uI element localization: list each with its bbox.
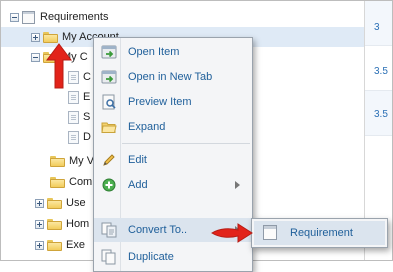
convert-icon [101, 222, 117, 238]
tree-node-document[interactable]: E [68, 87, 90, 107]
tree-node-document[interactable]: S [68, 107, 90, 127]
tree-node-label: My V [69, 155, 95, 167]
menu-item-label: Open Item [128, 46, 180, 58]
requirement-icon [263, 225, 277, 240]
tree-node-label: S [83, 111, 91, 123]
menu-item-label: Convert To.. [128, 224, 188, 236]
grid-cell-value: 3.5 [374, 66, 388, 77]
tree-node-label: Com [69, 176, 93, 188]
folder-icon [43, 31, 58, 43]
tree-node-folder[interactable]: My V [50, 151, 94, 171]
collapse-icon[interactable] [31, 52, 40, 62]
menu-item-add[interactable]: Add [94, 173, 252, 197]
tree-node-folder[interactable]: Hom [35, 214, 89, 234]
folder-icon [50, 176, 65, 188]
expand-icon[interactable] [35, 219, 44, 229]
convert-to-submenu: Requirement [251, 218, 388, 248]
document-icon [68, 110, 79, 124]
menu-item-open-item[interactable]: Open Item [94, 40, 252, 64]
open-new-tab-icon [101, 69, 117, 85]
submenu-item-label: Requirement [290, 227, 353, 239]
submenu-arrow-icon [235, 181, 240, 189]
grid-cell-value: 3 [374, 22, 380, 33]
submenu-item-requirement[interactable]: Requirement [254, 221, 385, 245]
menu-item-label: Add [128, 179, 148, 191]
menu-item-label: Preview Item [128, 96, 192, 108]
expand-icon[interactable] [35, 198, 44, 208]
menu-item-edit[interactable]: Edit [94, 148, 252, 172]
menu-item-preview-item[interactable]: Preview Item [94, 90, 252, 114]
open-item-icon [101, 44, 117, 60]
menu-item-expand[interactable]: Expand [94, 115, 252, 139]
menu-item-label: Expand [128, 121, 166, 133]
tree-node-document[interactable]: D [68, 127, 91, 147]
expand-icon[interactable] [31, 32, 40, 42]
expand-icon[interactable] [35, 240, 44, 250]
folder-open-icon [101, 119, 117, 135]
add-icon [101, 177, 117, 193]
requirement-icon [22, 10, 35, 24]
tree-node-label: Use [66, 197, 86, 209]
duplicate-icon [101, 249, 117, 265]
collapse-icon[interactable] [10, 12, 19, 22]
tree-node-label: D [83, 131, 91, 143]
tree-node-folder[interactable]: Exe [35, 235, 85, 255]
document-icon [68, 90, 79, 104]
tree-node-label: C [83, 71, 91, 83]
document-icon [68, 130, 79, 144]
tree-node-folder[interactable]: Com [50, 172, 92, 192]
tree-node-label: Exe [66, 239, 85, 251]
folder-icon [50, 155, 65, 167]
tree-node-label: Hom [66, 218, 90, 230]
menu-item-label: Open in New Tab [128, 71, 213, 83]
tree-node-label: Requirements [40, 11, 109, 23]
folder-icon [47, 239, 62, 251]
grid-cell-value: 3.5 [374, 109, 388, 120]
menu-separator [122, 143, 250, 144]
tree-node-label: E [83, 91, 91, 103]
folder-icon [47, 197, 62, 209]
tree-node-folder[interactable]: Use [35, 193, 86, 213]
preview-icon [101, 94, 117, 110]
menu-item-open-in-new-tab[interactable]: Open in New Tab [94, 65, 252, 89]
annotation-right-arrow-icon [211, 223, 253, 243]
menu-item-label: Duplicate [128, 251, 174, 263]
tree-node-requirements[interactable]: Requirements [10, 7, 108, 27]
menu-item-label: Edit [128, 154, 147, 166]
folder-icon [47, 218, 62, 230]
pencil-icon [101, 152, 117, 168]
menu-item-duplicate[interactable]: Duplicate [94, 245, 252, 269]
annotation-up-arrow-icon [46, 43, 72, 89]
